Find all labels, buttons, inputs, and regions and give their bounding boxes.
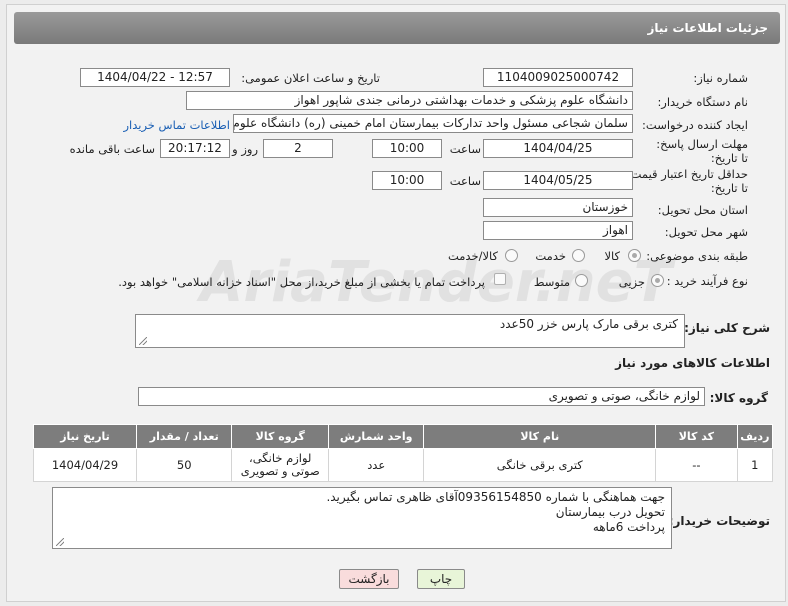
items-table: ردیف کد کالا نام کالا واحد شمارش گروه کا… [32, 424, 774, 482]
resize-grip-icon[interactable] [56, 538, 64, 546]
price-validity-date-field: 1404/05/25 [483, 171, 633, 190]
cell-date: 1404/04/29 [32, 448, 138, 482]
category-both-label: کالا/خدمت [447, 249, 498, 263]
price-validity-time-label: ساعت [449, 174, 481, 188]
need-number-label: شماره نیاز: [693, 71, 748, 85]
process-medium-radio[interactable] [575, 274, 588, 287]
remaining-time-field: 20:17:12 [160, 139, 230, 158]
city-label: شهر محل تحویل: [664, 225, 748, 239]
treasury-checkbox[interactable] [494, 273, 506, 285]
cell-group: لوازم خانگی، صوتی و تصویری [231, 448, 329, 482]
col-qty: تعداد / مقدار [136, 424, 233, 449]
process-label: نوع فرآیند خرید : [666, 274, 748, 288]
price-validity-time-field: 10:00 [372, 171, 442, 190]
table-row: 1 -- کتری برقی خانگی عدد لوازم خانگی، صو… [32, 448, 774, 482]
remaining-time-label: ساعت باقی مانده [69, 142, 155, 156]
category-service-label: خدمت [535, 249, 566, 263]
buyer-notes-line-1: جهت هماهنگی با شماره 09356154850آقای ظاه… [326, 490, 665, 504]
announce-field: 1404/04/22 - 12:57 [80, 68, 230, 87]
buyer-notes-line-2: تحویل درب بیمارستان [555, 505, 665, 519]
cell-row: 1 [736, 448, 774, 482]
cell-code: -- [655, 448, 738, 482]
reply-deadline-label: مهلت ارسال پاسخ: تا تاریخ: [656, 137, 748, 165]
col-name: نام کالا [423, 424, 657, 449]
description-text: کتری برقی مارک پارس خزر 50عدد [499, 317, 678, 331]
process-minor-label: جزیی [618, 275, 645, 289]
page-header: جزئیات اطلاعات نیاز [14, 12, 780, 44]
reply-time-label: ساعت [449, 142, 481, 156]
print-button[interactable]: چاپ [417, 569, 465, 589]
buyer-notes-label: توضیحات خریدار: [668, 514, 770, 528]
need-number-field: 1104009025000742 [483, 68, 633, 87]
buyer-notes-field: جهت هماهنگی با شماره 09356154850آقای ظاه… [52, 487, 672, 549]
buyer-notes-line-3: پرداخت 6ماهه [592, 520, 665, 534]
col-group: گروه کالا [231, 424, 329, 449]
category-goods-radio[interactable] [628, 249, 641, 262]
cell-group-line2: صوتی و تصویری [240, 464, 320, 478]
buyer-org-label: نام دستگاه خریدار: [657, 95, 748, 109]
process-medium-label: متوسط [533, 275, 570, 289]
goods-group-label: گروه کالا: [709, 391, 768, 405]
col-row: ردیف [736, 424, 774, 449]
treasury-note: پرداخت تمام یا بخشی از مبلغ خرید،از محل … [118, 275, 485, 289]
goods-group-field: لوازم خانگی، صوتی و تصویری [138, 387, 705, 406]
reply-days-field: 2 [263, 139, 333, 158]
province-label: استان محل تحویل: [657, 203, 748, 217]
col-code: کد کالا [655, 424, 738, 449]
category-goods-label: کالا [604, 249, 620, 263]
cell-unit: عدد [327, 448, 425, 482]
announce-label: تاریخ و ساعت اعلان عمومی: [241, 71, 380, 85]
buyer-org-field: دانشگاه علوم پزشکی و خدمات بهداشتی درمان… [186, 91, 633, 110]
back-button[interactable]: بازگشت [339, 569, 399, 589]
province-field: خوزستان [483, 198, 633, 217]
description-field: کتری برقی مارک پارس خزر 50عدد [135, 314, 685, 348]
page-title: جزئیات اطلاعات نیاز [647, 21, 768, 35]
requester-field: سلمان شجاعی مسئول واحد تدارکات بیمارستان… [233, 114, 633, 133]
requester-label: ایجاد کننده درخواست: [642, 118, 748, 132]
description-label: شرح کلی نیاز: [684, 321, 770, 335]
city-field: اهواز [483, 221, 633, 240]
process-minor-radio[interactable] [651, 274, 664, 287]
category-service-radio[interactable] [572, 249, 585, 262]
resize-grip-icon[interactable] [139, 337, 147, 345]
reply-time-field: 10:00 [372, 139, 442, 158]
table-header-row: ردیف کد کالا نام کالا واحد شمارش گروه کا… [32, 424, 774, 449]
price-validity-label: حداقل تاریخ اعتبار قیمت: تا تاریخ: [626, 167, 748, 195]
reply-days-label: روز و [232, 142, 258, 156]
category-label: طبقه بندی موضوعی: [646, 249, 748, 263]
col-unit: واحد شمارش [327, 424, 425, 449]
goods-section-title: اطلاعات کالاهای مورد نیاز [615, 356, 770, 370]
buyer-contact-link[interactable]: اطلاعات تماس خریدار [123, 118, 230, 132]
cell-name: کتری برقی خانگی [423, 448, 657, 482]
category-both-radio[interactable] [505, 249, 518, 262]
col-date: تاریخ نیاز [32, 424, 138, 449]
cell-qty: 50 [136, 448, 233, 482]
reply-date-field: 1404/04/25 [483, 139, 633, 158]
